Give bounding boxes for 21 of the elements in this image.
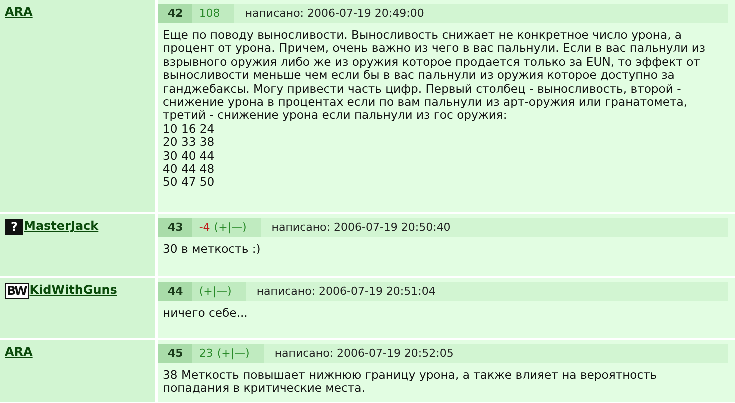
- post-number: 42: [158, 4, 192, 23]
- author-link[interactable]: MasterJack: [24, 219, 99, 233]
- user-badge-icon: ?: [5, 219, 23, 235]
- post-date: написано: 2006-07-19 20:51:04: [256, 284, 436, 300]
- post-text: ничего себе...: [163, 307, 249, 320]
- rating-score: 108: [199, 7, 220, 20]
- post-date: написано: 2006-07-19 20:49:00: [244, 6, 424, 22]
- user-badge-icon: BW: [5, 283, 29, 299]
- post-text: 30 в меткость :): [163, 243, 262, 256]
- post-number: 44: [158, 282, 192, 301]
- post-date: написано: 2006-07-19 20:50:40: [270, 220, 451, 236]
- post-number: 45: [158, 344, 192, 363]
- author-link[interactable]: ARA: [5, 345, 33, 359]
- post-text: 38 Меткость повышает нижнюю границу урона, а также влияет на вероятность попадания в критические места.: [163, 369, 658, 396]
- rating-score: -4: [199, 221, 210, 234]
- post-text: Еще по поводу выносливости. Выносливость снижает не конкретное число урона, а процент от урона. Причем, очень важно из чего в вас пальнули. Если в вас пальнули из взрывного оружия либо же из оружия которое продается только за EUN, то эффект от выносливости меньше чем если бы в вас пальнули из оружия которое доступно за ганджебаксы. Могу привести часть цифр. Первый столбец - выносливость, второй - снижение урона в процентах если по вам пальнули из арт-оружия или гранатомета, третий - снижение урона если пальнули из гос оружия: 10 16 24 20 33 38 30 40 44 40 44 48 50 47 50: [163, 29, 707, 190]
- author-link[interactable]: ARA: [5, 5, 33, 19]
- rating-score: 23: [199, 347, 214, 360]
- author-link[interactable]: KidWithGuns: [30, 283, 118, 297]
- post-number: 43: [158, 218, 192, 237]
- post-date: написано: 2006-07-19 20:52:05: [274, 346, 454, 362]
